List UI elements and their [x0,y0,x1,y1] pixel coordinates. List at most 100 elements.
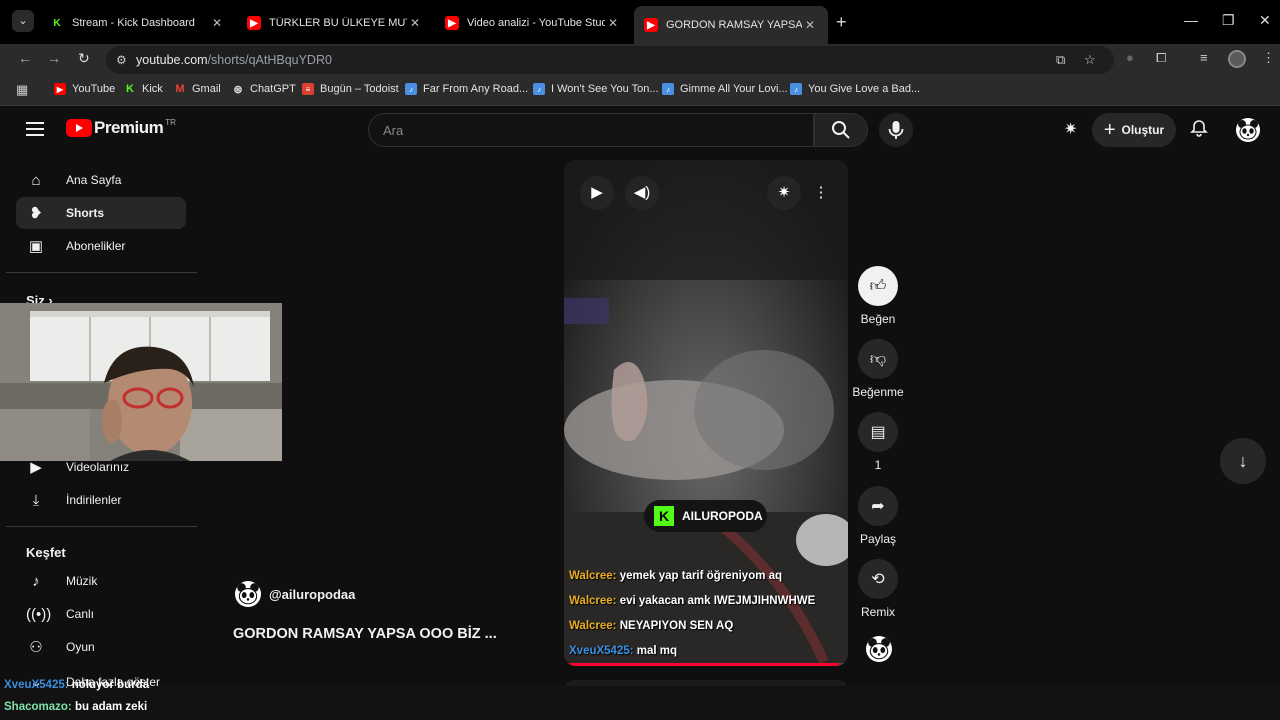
profile-avatar[interactable] [1228,50,1246,68]
voice-search-button[interactable] [879,113,913,147]
bookmark-label: You Give Love a Bad... [808,83,921,95]
minimize-icon[interactable]: — [1184,12,1198,28]
bookmark-label: I Won't See You Ton... [551,83,659,95]
bookmark-chatgpt[interactable]: ⊛ ChatGPT [232,83,296,96]
bookmark-label: ChatGPT [250,83,296,95]
bookmark-song[interactable]: ♪ Gimme All Your Lovi... [662,83,788,95]
create-button[interactable]: + Oluştur [1092,113,1176,147]
bookmark-song[interactable]: ♪ You Give Love a Bad... [790,83,920,95]
search-button[interactable] [814,113,868,147]
sidebar-item-label: Videolarınız [66,460,130,474]
tab-search-button[interactable]: ⌄ [12,10,34,32]
close-icon[interactable]: ✕ [802,18,818,32]
bookmark-label: Far From Any Road... [423,83,529,95]
extension-icon[interactable]: ● [1126,50,1134,65]
sidebar-divider [6,272,197,273]
sidebar-item-live[interactable]: ((•)) Canlı [16,598,186,630]
shorts-remix-icon[interactable]: ✷ [1064,119,1077,139]
kick-icon: K [53,17,61,29]
close-icon[interactable]: ✕ [407,16,423,30]
remix-sparkle-icon[interactable]: ✷ [767,176,801,210]
media-control-icon[interactable]: ≡ [1200,50,1208,65]
share-label: Paylaş [859,532,897,546]
sidebar-divider [6,526,197,527]
bookmark-youtube[interactable]: ▶ YouTube [54,83,115,95]
bookmark-gmail[interactable]: M Gmail [174,83,220,95]
forward-icon[interactable]: → [47,50,61,66]
address-bar[interactable]: ⚙ youtube.com/shorts/qAtHBquYDR0 ⧉ ☆ [106,46,1114,74]
sidebar-item-label: Canlı [66,607,95,621]
video-chat-line: XveuX5425: mal mq [569,645,678,657]
next-short-button[interactable]: ↓ [1220,438,1266,484]
bookmark-label: Kick [142,83,163,95]
sidebar-item-music[interactable]: ♪ Müzik [16,565,186,597]
download-icon: ⤓ [32,491,40,509]
browser-toolbar: ← → ↻ ⚙ youtube.com/shorts/qAtHBquYDR0 ⧉… [0,44,1280,74]
youtube-premium-logo[interactable]: Premium TR [66,118,176,138]
channel-avatar[interactable] [235,581,261,607]
bookmark-kick[interactable]: K Kick [124,83,163,95]
youtube-icon: ▶ [247,16,261,30]
url-text[interactable]: youtube.com/shorts/qAtHBquYDR0 [136,53,332,67]
bookmark-todoist[interactable]: ≡ Bugün – Todoist [302,83,399,95]
browser-tab[interactable]: ▶ TÜRKLER BU ÜLKEYE MUTLAKA ✕ [237,8,433,38]
site-info-icon[interactable]: ⚙ [116,53,127,67]
remix-button[interactable]: ⟲ Remix [852,559,904,619]
new-tab-button[interactable]: + [836,12,847,33]
window-close-icon[interactable]: ✕ [1259,12,1271,29]
browser-tab[interactable]: K Stream - Kick Dashboard ✕ [40,8,235,38]
more-options-icon[interactable]: ⋮ [804,176,838,210]
channel-handle[interactable]: @ailuropodaa [269,587,355,602]
shorts-video-player[interactable]: ▶ ◀) ✷ ⋮ K AILUROPODA Walcree: yemek yap… [564,160,848,666]
sidebar-item-shorts[interactable]: ❥ Shorts [16,197,186,229]
close-icon[interactable]: ✕ [605,16,621,30]
video-chat-line: Walcree: NEYAPIYON SEN AQ [569,620,734,632]
tab-title: TÜRKLER BU ÜLKEYE MUTLAKA [269,17,407,29]
menu-icon[interactable] [26,122,44,140]
subscriptions-icon: ▣ [28,238,44,255]
gaming-icon: ⚇ [29,639,43,656]
arrow-down-icon: ↓ [1238,451,1248,471]
share-button[interactable]: ➦ Paylaş [852,486,904,546]
volume-icon[interactable]: ◀) [625,176,659,210]
todoist-icon: ≡ [302,83,314,95]
comments-button[interactable]: ▤ 1 [852,412,904,472]
apps-grid-icon[interactable]: ▦ [16,82,28,98]
account-avatar[interactable] [1236,118,1260,142]
short-title[interactable]: GORDON RAMSAY YAPSA OOO BİZ ... [233,626,497,642]
comment-count: 1 [874,458,882,472]
channel-avatar-small[interactable] [866,636,892,662]
video-frame [564,160,848,666]
sidebar-item-home[interactable]: ⌂ Ana Sayfa [16,164,186,196]
comment-icon: ▤ [858,412,898,452]
dislike-button[interactable]: 👎︎ Beğenme [852,339,904,399]
kebab-menu-icon[interactable]: ⋮ [1262,50,1275,66]
reload-icon[interactable]: ↻ [78,50,90,67]
video-progress-bar[interactable] [564,663,848,666]
install-app-icon[interactable]: ⧉ [1056,52,1065,68]
close-icon[interactable]: ✕ [209,16,225,30]
bookmarks-bar: ▦ ▶ YouTube K Kick M Gmail ⊛ ChatGPT ≡ Bugün … [0,74,1280,106]
browser-tab-bar: ⌄ K Stream - Kick Dashboard ✕ ▶ TÜRKLER … [0,0,1280,44]
thumbs-up-icon: 👍︎ [858,266,898,306]
search-input[interactable]: Ara [368,113,814,147]
browser-tab-active[interactable]: ▶ GORDON RAMSAY YAPSA OOO ✕ [634,6,828,44]
back-icon[interactable]: ← [18,50,32,66]
bookmark-star-icon[interactable]: ☆ [1084,52,1096,68]
youtube-icon: ▶ [644,18,658,32]
logo-text: Premium [94,118,164,137]
play-icon[interactable]: ▶ [580,176,614,210]
sidebar-item-subscriptions[interactable]: ▣ Abonelikler [16,230,186,262]
notifications-bell-icon[interactable] [1190,119,1208,142]
like-button[interactable]: 👍︎ Beğen [852,266,904,326]
gmail-icon: M [175,83,185,95]
sidebar-item-downloads[interactable]: ⤓ İndirilenler [16,484,186,516]
maximize-icon[interactable]: ❐ [1222,12,1235,29]
extensions-puzzle-icon[interactable]: ⧠ [1156,50,1166,66]
stream-chat-background [0,686,1280,720]
bookmark-song[interactable]: ♪ Far From Any Road... [405,83,528,95]
bookmark-label: Gimme All Your Lovi... [680,83,788,95]
sidebar-item-gaming[interactable]: ⚇ Oyun [16,631,186,663]
browser-tab[interactable]: ▶ Video analizi - YouTube Studio ✕ [435,8,631,38]
bookmark-song[interactable]: ♪ I Won't See You Ton... [533,83,659,95]
